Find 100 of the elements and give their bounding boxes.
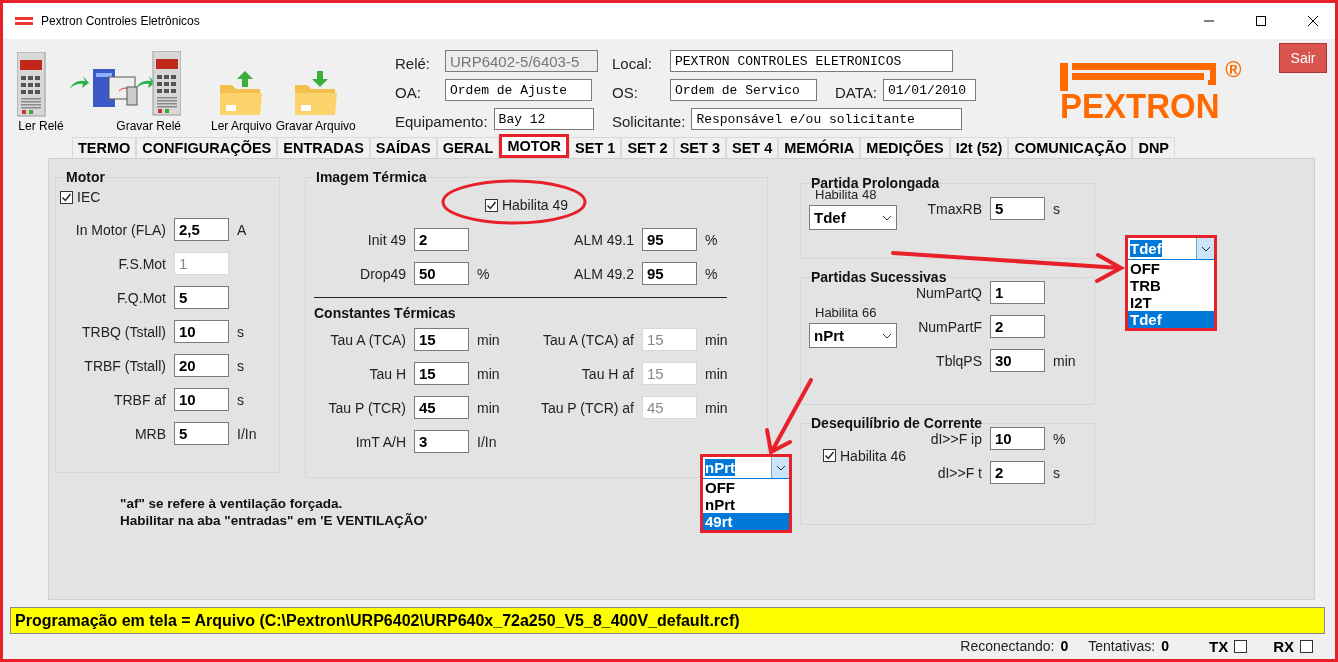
- tab[interactable]: CONFIGURAÇÕES: [136, 137, 278, 158]
- logo-bar-icon: [1059, 63, 1216, 91]
- tab[interactable]: SET 1: [569, 137, 622, 158]
- unit-label: min: [476, 331, 501, 348]
- checkbox[interactable]: [1234, 639, 1248, 653]
- dropdown-button[interactable]: [1196, 238, 1214, 259]
- dropdown-option[interactable]: Tdef: [1128, 311, 1214, 328]
- field-label: Tau A (TCA) af: [541, 331, 635, 348]
- tab[interactable]: MOTOR: [499, 134, 570, 158]
- tab[interactable]: TERMO: [72, 137, 137, 158]
- unit-label: min: [704, 399, 729, 416]
- maximize-icon: [1256, 16, 1266, 26]
- input-field[interactable]: 2: [990, 315, 1045, 338]
- tab[interactable]: SET 4: [725, 137, 779, 158]
- checkbox[interactable]: [1300, 639, 1313, 653]
- input-field[interactable]: 50: [414, 262, 469, 285]
- text-field[interactable]: PEXTRON CONTROLES ELETRONICOS: [670, 50, 953, 72]
- input-field[interactable]: 15: [414, 362, 469, 385]
- input-field[interactable]: 5: [990, 197, 1045, 220]
- tab[interactable]: MEDIÇÕES: [860, 137, 950, 158]
- dropdown[interactable]: Tdef: [809, 205, 897, 230]
- text-field[interactable]: Ordem de Servico: [670, 79, 817, 101]
- chevron-icon: [775, 464, 786, 471]
- field-label: F.S.Mot: [117, 255, 167, 272]
- field-label: Tau A (TCA): [329, 331, 407, 348]
- text-field[interactable]: 01/01/2010: [882, 79, 976, 101]
- input-field[interactable]: 15: [414, 328, 469, 351]
- input-field[interactable]: 10: [174, 320, 229, 343]
- field-label: MRB: [133, 425, 167, 442]
- field-label: TRBQ (Tstall): [81, 323, 167, 340]
- group-title: Imagem Térmica: [316, 169, 427, 185]
- checkbox-label: Habilita 46: [840, 447, 907, 464]
- dropdown-value[interactable]: Tdef: [1130, 240, 1162, 257]
- toolbar-button[interactable]: Ler Arquivo: [211, 119, 272, 133]
- dropdown[interactable]: nPrt: [809, 323, 897, 348]
- tab[interactable]: SET 3: [673, 137, 726, 158]
- text-field[interactable]: Bay 12: [493, 108, 594, 130]
- field-label: In Motor (FLA): [74, 221, 167, 238]
- unit-label: I/In: [236, 425, 258, 442]
- status-label: Reconectando:: [960, 638, 1055, 654]
- toolbar-button[interactable]: Ler Relé: [18, 119, 64, 133]
- unit-label: s: [1052, 464, 1061, 481]
- input-field[interactable]: 2,5: [174, 218, 229, 241]
- field-label: dI>>F ip: [929, 430, 983, 447]
- toolbar-button[interactable]: Gravar Relé: [116, 119, 181, 133]
- relay-device-icon: [17, 52, 46, 117]
- folder-upload-icon: [218, 71, 265, 117]
- tab[interactable]: I2t (52): [949, 137, 1009, 158]
- unit-label: min: [476, 365, 501, 382]
- unit-label: s: [236, 323, 245, 340]
- text-field[interactable]: Ordem de Ajuste: [445, 79, 592, 101]
- chevron-icon: [1200, 245, 1211, 252]
- dropdown-button[interactable]: [771, 457, 789, 478]
- input-field[interactable]: 2: [414, 228, 469, 251]
- window-title: Pextron Controles Eletrônicos: [41, 14, 201, 28]
- unit-label: A: [236, 221, 248, 238]
- logo-text: PEXTRON: [1059, 90, 1220, 122]
- note-text: "af" se refere à ventilação forçada.: [120, 496, 343, 511]
- tab[interactable]: MEMÓRIA: [778, 137, 861, 158]
- input-field[interactable]: 2: [990, 461, 1045, 484]
- input-field[interactable]: 95: [642, 228, 697, 251]
- input-field[interactable]: 20: [174, 354, 229, 377]
- tab[interactable]: SAÍDAS: [369, 137, 437, 158]
- group-title: Desequilíbrio de Corrente: [811, 415, 983, 431]
- group-title: Partidas Sucessivas: [811, 269, 947, 285]
- checkbox[interactable]: [60, 190, 73, 204]
- close-icon: [1308, 16, 1318, 26]
- field-label: OA:: [395, 83, 422, 101]
- checkbox[interactable]: [823, 449, 836, 462]
- tab[interactable]: ENTRADAS: [277, 137, 370, 158]
- input-field[interactable]: 5: [174, 422, 229, 445]
- input-field[interactable]: 1: [990, 281, 1045, 304]
- dropdown-option[interactable]: 49rt: [703, 513, 789, 530]
- unit-label: min: [476, 399, 501, 416]
- exit-button[interactable]: Sair: [1279, 43, 1327, 73]
- text-field[interactable]: Responsável e/ou solicitante: [691, 108, 963, 130]
- tab[interactable]: GERAL: [436, 137, 500, 158]
- input-field[interactable]: 10: [990, 427, 1045, 450]
- checkbox[interactable]: [484, 198, 498, 212]
- field-label: OS:: [612, 83, 639, 101]
- input-field[interactable]: 45: [414, 396, 469, 419]
- input-field[interactable]: 10: [174, 388, 229, 411]
- input-field[interactable]: 30: [990, 349, 1045, 372]
- status-label: Tentativas:: [1088, 638, 1156, 654]
- tab[interactable]: SET 2: [621, 137, 674, 158]
- registered-mark: ®: [1225, 57, 1242, 83]
- checkbox-label: Habilita 49: [501, 197, 569, 213]
- input-field[interactable]: 5: [174, 286, 229, 309]
- tab[interactable]: COMUNICAÇÃO: [1008, 137, 1133, 158]
- tab[interactable]: DNP: [1132, 137, 1176, 158]
- toolbar-button[interactable]: Gravar Arquivo: [275, 119, 356, 133]
- field-label: F.Q.Mot: [116, 289, 167, 306]
- input-field[interactable]: 3: [414, 430, 469, 453]
- field-label: Drop49: [359, 265, 407, 282]
- input-field[interactable]: 95: [642, 262, 697, 285]
- dropdown-value[interactable]: nPrt: [705, 459, 735, 476]
- flag-label: TX: [1209, 637, 1229, 655]
- unit-label: %: [704, 265, 719, 282]
- unit-label: s: [236, 357, 245, 374]
- unit-label: %: [1052, 430, 1067, 447]
